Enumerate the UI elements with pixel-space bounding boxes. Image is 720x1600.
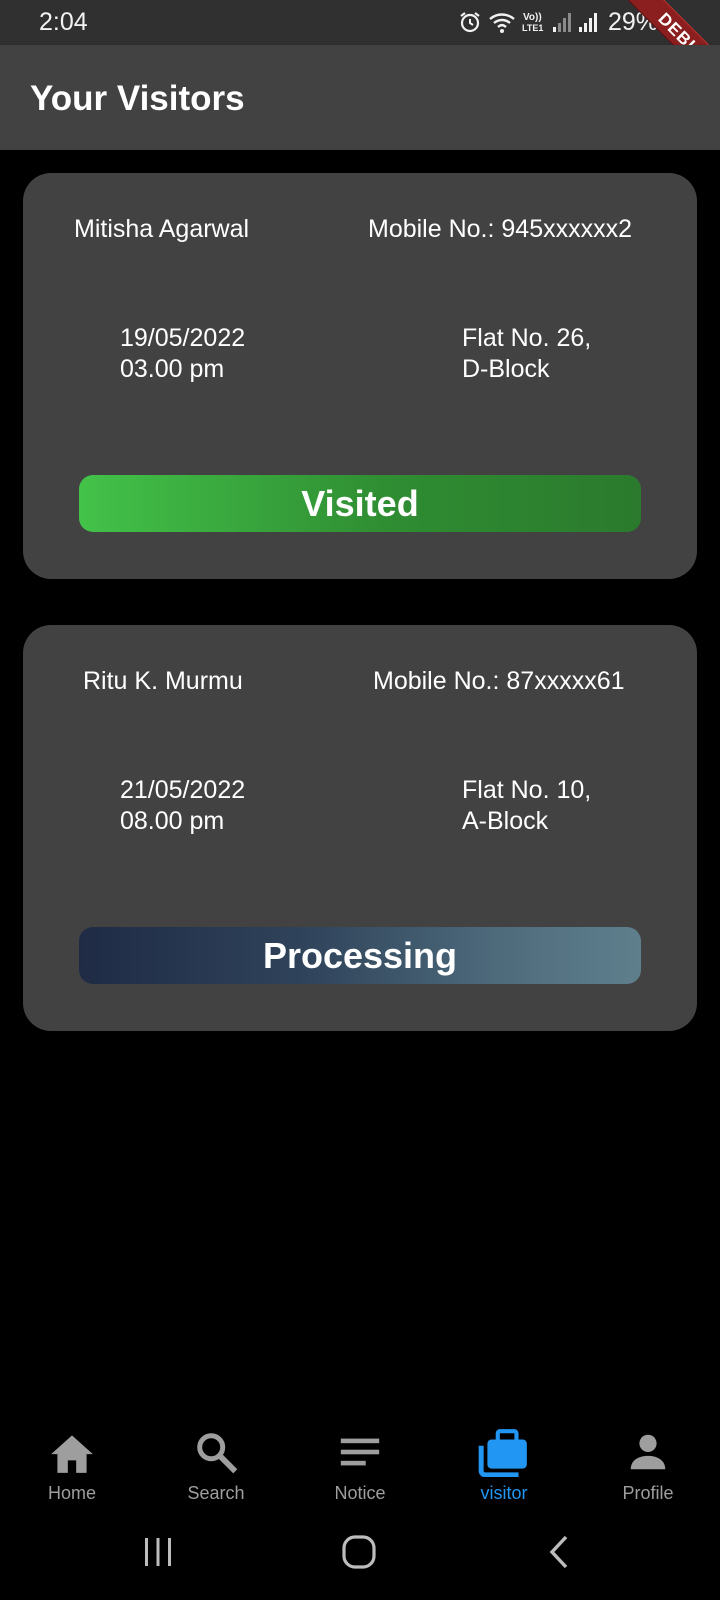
system-navigation-bar [0,1510,720,1600]
status-time: 2:04 [39,8,88,36]
svg-text:LTE1: LTE1 [522,23,543,33]
nav-item-home[interactable]: Home [0,1395,144,1510]
svg-text:Vo)): Vo)) [523,12,542,23]
volte-icon: Vo)) LTE1 [522,12,543,33]
visitor-card: Mitisha Agarwal Mobile No.: 945xxxxxx2 1… [23,173,697,579]
back-icon [549,1535,568,1569]
flat-address: Flat No. 26, D-Block [462,323,591,385]
flat-number: Flat No. 26, [462,324,592,352]
visitor-name: Mitisha Agarwal [74,215,250,243]
nav-item-search[interactable]: Search [144,1395,288,1510]
person-icon [621,1425,675,1479]
nav-item-notice[interactable]: Notice [288,1395,432,1510]
back-button[interactable] [538,1532,582,1572]
nav-label-notice: Notice [334,1483,386,1503]
alarm-icon [460,12,480,33]
visitor-mobile: Mobile No.: 945xxxxxx2 [368,215,633,243]
page-title: Your Visitors [30,79,245,118]
nav-item-visitor[interactable]: visitor [432,1395,576,1510]
recent-apps-icon [145,1538,171,1566]
nav-label-home: Home [47,1483,96,1503]
status-bar: 2:04 Vo)) LTE1 29% [0,0,720,45]
search-icon [189,1425,243,1479]
briefcase-icon [477,1425,531,1479]
notice-icon [333,1425,387,1479]
flat-block: D-Block [462,355,550,383]
visit-date: 21/05/2022 [120,776,246,804]
bottom-navigation: Home Search Notice visitor Profile [0,1395,720,1510]
home-circle-icon [342,1535,376,1569]
app-bar: Your Visitors [0,45,720,150]
nav-item-profile[interactable]: Profile [576,1395,720,1510]
nav-label-profile: Profile [622,1483,674,1503]
visit-date: 19/05/2022 [120,324,246,352]
signal-icon-1 [552,13,571,32]
nav-label-visitor: visitor [480,1483,528,1503]
visit-datetime: 19/05/2022 03.00 pm [120,323,245,385]
visit-time: 08.00 pm [120,807,225,835]
visit-status-button[interactable]: Processing [79,927,641,984]
visitor-card: Ritu K. Murmu Mobile No.: 87xxxxx61 21/0… [23,625,697,1031]
flat-number: Flat No. 10, [462,776,592,804]
signal-icon-2 [578,13,597,32]
visit-datetime: 21/05/2022 08.00 pm [120,775,245,837]
flat-block: A-Block [462,807,549,835]
flat-address: Flat No. 10, A-Block [462,775,591,837]
wifi-icon [489,13,515,33]
home-icon [45,1425,99,1479]
visit-time: 03.00 pm [120,355,225,383]
nav-label-search: Search [187,1483,245,1503]
recent-apps-button[interactable] [136,1532,180,1572]
visitor-name: Ritu K. Murmu [83,667,243,695]
visitor-mobile: Mobile No.: 87xxxxx61 [373,667,625,695]
home-system-button[interactable] [337,1532,381,1572]
visit-status-button[interactable]: Visited [79,475,641,532]
